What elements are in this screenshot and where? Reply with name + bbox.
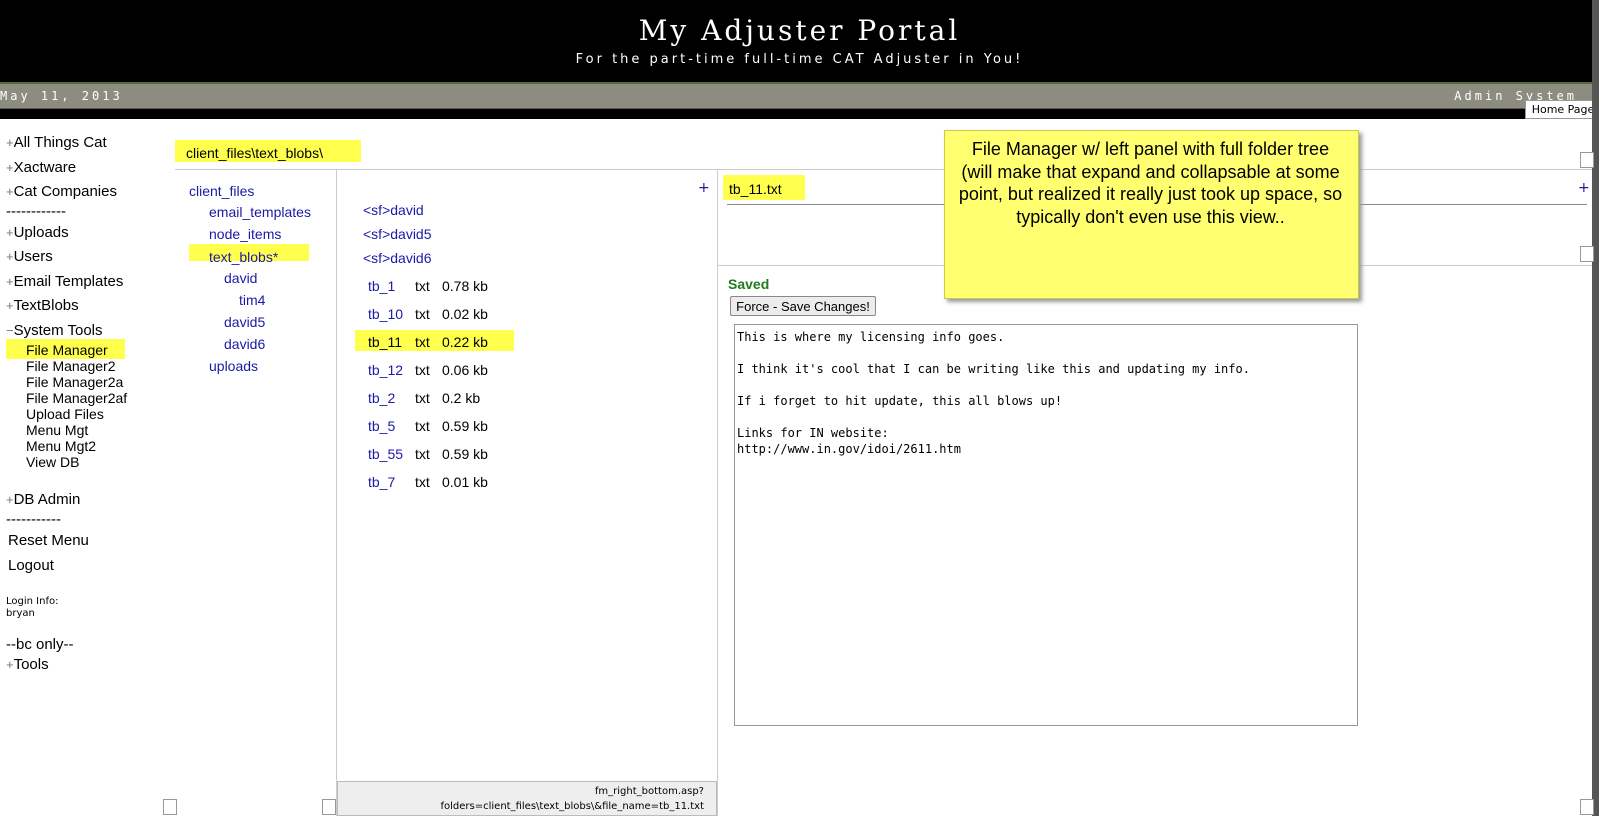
- subfolder-link[interactable]: <sf>david: [363, 202, 424, 218]
- tree-folder-david6[interactable]: david6: [224, 336, 265, 352]
- tree-panel-divider: [336, 170, 337, 816]
- editor-scroll-handle[interactable]: [1580, 246, 1594, 262]
- tree-scroll-handle[interactable]: [163, 799, 177, 815]
- home-page-link[interactable]: Home Page: [1525, 100, 1599, 119]
- menu-all-things-cat[interactable]: +All Things Cat: [6, 134, 107, 151]
- submenu-menu-mgt2[interactable]: Menu Mgt2: [26, 438, 96, 454]
- menu-textblobs[interactable]: +TextBlobs: [6, 297, 79, 314]
- menu-uploads[interactable]: +Uploads: [6, 224, 69, 241]
- header-divider: [0, 109, 1599, 119]
- menu-email-templates[interactable]: +Email Templates: [6, 273, 123, 290]
- tree-folder-node-items[interactable]: node_items: [209, 226, 281, 242]
- menu-separator: -----------: [6, 511, 61, 528]
- frame-url-line: fm_right_bottom.asp?: [594, 786, 704, 797]
- submenu-file-manager2af[interactable]: File Manager2af: [26, 390, 127, 406]
- menu-separator: ------------: [6, 203, 66, 220]
- current-date: May 11, 2013: [0, 89, 123, 103]
- list-panel-divider: [717, 170, 718, 816]
- menu-users[interactable]: +Users: [6, 248, 53, 265]
- tree-folder-tim4[interactable]: tim4: [239, 292, 265, 308]
- bc-only-label: --bc only--: [6, 636, 74, 653]
- site-title: My Adjuster Portal: [638, 14, 961, 47]
- subfolder-link[interactable]: <sf>david6: [363, 250, 432, 266]
- subfolder-link[interactable]: <sf>david5: [363, 226, 432, 242]
- menu-system-tools[interactable]: −System Tools: [6, 322, 103, 339]
- menu-logout[interactable]: Logout: [8, 557, 54, 574]
- tree-folder-client-files[interactable]: client_files: [189, 183, 254, 199]
- tree-folder-email-templates[interactable]: email_templates: [209, 204, 311, 220]
- submenu-view-db[interactable]: View DB: [26, 454, 79, 470]
- tree-folder-david5[interactable]: david5: [224, 314, 265, 330]
- force-save-button[interactable]: Force - Save Changes!: [730, 296, 876, 316]
- submenu-upload-files[interactable]: Upload Files: [26, 406, 104, 422]
- editor-add-button[interactable]: +: [1578, 180, 1590, 196]
- submenu-file-manager2a[interactable]: File Manager2a: [26, 374, 123, 390]
- saved-status: Saved: [728, 276, 770, 292]
- menu-tools[interactable]: +Tools: [6, 656, 49, 673]
- frame-scroll-handle[interactable]: [1580, 152, 1594, 168]
- menu-cat-companies[interactable]: +Cat Companies: [6, 183, 117, 200]
- frame-url-line: folders=client_files\text_blobs\&file_na…: [440, 801, 705, 812]
- date-bar: May 11, 2013 Admin System: [0, 84, 1599, 109]
- tree-folder-text-blobs[interactable]: text_blobs*: [209, 247, 278, 266]
- current-path: client_files\text_blobs\: [186, 145, 323, 161]
- menu-xactware[interactable]: +Xactware: [6, 159, 76, 176]
- login-user: bryan: [6, 608, 35, 619]
- window-edge: [1592, 0, 1599, 816]
- callout-text: File Manager w/ left panel with full fol…: [958, 139, 1343, 227]
- tree-folder-uploads[interactable]: uploads: [209, 358, 258, 374]
- new-file-button[interactable]: +: [698, 180, 710, 196]
- login-info-label: Login Info:: [6, 596, 59, 607]
- editor-filename: tb_11.txt: [729, 181, 782, 197]
- menu-reset-menu[interactable]: Reset Menu: [8, 532, 89, 549]
- submenu-file-manager2[interactable]: File Manager2: [26, 358, 116, 374]
- submenu-file-manager[interactable]: File Manager: [26, 342, 108, 358]
- tree-scroll-handle[interactable]: [322, 799, 336, 815]
- editor-scroll-handle[interactable]: [1580, 799, 1594, 815]
- file-content-editor[interactable]: This is where my licensing info goes. I …: [734, 324, 1358, 726]
- path-divider: [175, 169, 1592, 170]
- tree-folder-david[interactable]: david: [224, 270, 257, 286]
- site-subtitle: For the part-time full-time CAT Adjuster…: [575, 52, 1024, 67]
- frame-url-status: fm_right_bottom.asp? folders=client_file…: [337, 781, 717, 816]
- menu-db-admin[interactable]: +DB Admin: [6, 491, 80, 508]
- submenu-menu-mgt[interactable]: Menu Mgt: [26, 422, 88, 438]
